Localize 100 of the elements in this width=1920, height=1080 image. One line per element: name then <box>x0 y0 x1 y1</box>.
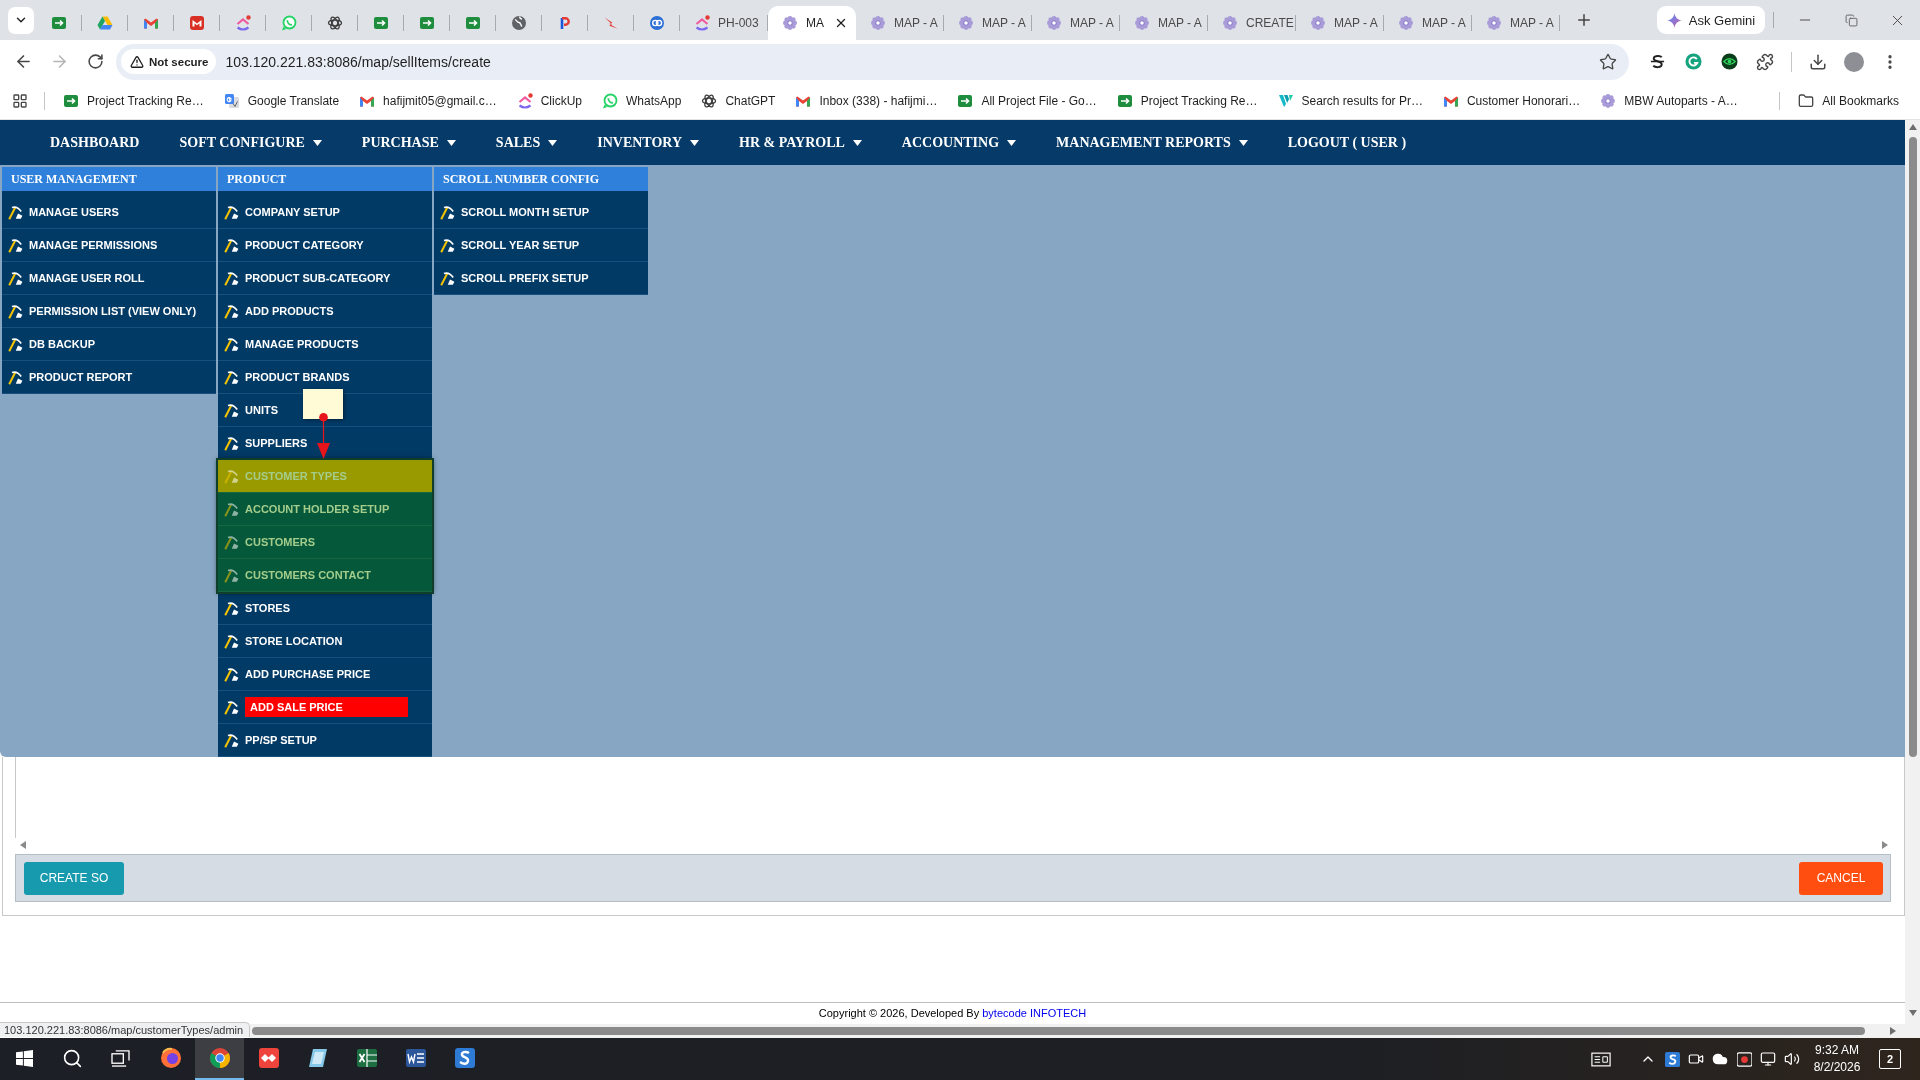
avatar-icon[interactable] <box>1844 51 1864 72</box>
scroll-left-icon[interactable] <box>20 841 26 849</box>
search-icon[interactable] <box>61 1047 83 1069</box>
menu-item[interactable]: COMPANY SETUP <box>218 196 432 229</box>
menu-item[interactable]: MANAGE USERS <box>2 196 216 229</box>
record-icon[interactable] <box>1736 1051 1752 1067</box>
bookmark[interactable]: Inbox (338) - hafijmi… <box>789 89 944 113</box>
menu-item[interactable]: PRODUCT CATEGORY <box>218 229 432 262</box>
browser-tab[interactable]: MAP - A <box>856 6 944 40</box>
hammer-icon <box>224 534 239 550</box>
bookmark[interactable]: Google Translate <box>217 89 346 113</box>
nav-menu-item[interactable]: HR & PAYROLL <box>719 134 882 151</box>
security-chip[interactable]: Not secure <box>121 49 217 74</box>
scrollbar-thumb[interactable] <box>1908 137 1917 757</box>
browser-tab[interactable]: MAP - A <box>944 6 1032 40</box>
star-icon[interactable] <box>1599 52 1617 71</box>
pointer-arrow <box>316 413 331 459</box>
scroll-down-icon[interactable] <box>1908 1010 1917 1016</box>
nav-menu-item[interactable]: ACCOUNTING <box>881 134 1037 151</box>
translate-icon <box>223 93 240 109</box>
browser-tab[interactable]: PH-003 <box>680 6 768 40</box>
nav-menu-item[interactable]: MANAGEMENT REPORTS <box>1036 134 1268 151</box>
menu-item[interactable]: CUSTOMERS CONTACT <box>218 559 432 592</box>
menu-item[interactable]: ADD PURCHASE PRICE <box>218 658 432 691</box>
menu-item[interactable]: MANAGE PERMISSIONS <box>2 229 216 262</box>
speaker-icon[interactable] <box>1784 1051 1800 1067</box>
all-bookmarks-button[interactable]: All Bookmarks <box>1792 89 1905 113</box>
scroll-right-icon[interactable] <box>1882 841 1888 849</box>
menu-item[interactable]: DB BACKUP <box>2 328 216 361</box>
menu-item[interactable]: PRODUCT SUB-CATEGORY <box>218 262 432 295</box>
browser-tab[interactable]: CREATE <box>1208 6 1296 40</box>
task-view-icon[interactable] <box>110 1049 130 1067</box>
menu-item[interactable]: MANAGE PRODUCTS <box>218 328 432 361</box>
hammer-icon <box>224 633 239 649</box>
menu-item[interactable]: ADD PRODUCTS <box>218 295 432 328</box>
download-icon[interactable] <box>1809 52 1827 71</box>
cloud-icon[interactable] <box>1712 1051 1728 1067</box>
scroll-up-icon[interactable] <box>1908 124 1917 130</box>
menu-item[interactable]: ADD SALE PRICE <box>218 691 432 724</box>
hammer-icon <box>224 369 239 385</box>
nav-menu-item[interactable]: PURCHASE <box>341 134 476 151</box>
taskbar-app[interactable] <box>195 1038 244 1080</box>
menu-item[interactable]: SCROLL PREFIX SETUP <box>434 262 648 295</box>
menu-item[interactable]: CUSTOMERS <box>218 526 432 559</box>
nav-menu-item[interactable]: DASHBOARD <box>30 134 160 151</box>
nav-menu-item[interactable]: SALES <box>475 134 578 151</box>
window-icon[interactable] <box>1591 1051 1611 1067</box>
bookmark[interactable]: hafijmit05@gmail.c… <box>353 89 503 113</box>
sheet-icon <box>957 93 974 109</box>
eye-icon[interactable] <box>1720 53 1738 70</box>
menu-item[interactable]: ACCOUNT HOLDER SETUP <box>218 493 432 526</box>
menu-item[interactable]: PERMISSION LIST (VIEW ONLY) <box>2 295 216 328</box>
caret-icon <box>852 139 862 146</box>
grid-icon[interactable] <box>12 93 28 109</box>
browser-tab[interactable]: MAP - A <box>1032 6 1120 40</box>
network-icon[interactable] <box>1760 1051 1776 1067</box>
nav-menu-item[interactable]: INVENTORY <box>577 134 720 151</box>
strike-curve-icon[interactable] <box>1648 53 1666 70</box>
browser-tab[interactable]: MAP - A <box>1472 6 1560 40</box>
bookmark[interactable]: Project Tracking Re… <box>57 89 210 113</box>
bookmark[interactable]: Project Tracking Re… <box>1110 89 1264 113</box>
bookmark[interactable]: ChatGPT <box>695 89 782 113</box>
menu-item[interactable]: MANAGE USER ROLL <box>2 262 216 295</box>
address-field[interactable]: Not secure 103.120.221.83:8086/map/sellItems/create <box>116 43 1629 80</box>
browser-tab[interactable]: MAP - A <box>1120 6 1208 40</box>
ring-icon[interactable] <box>1684 53 1702 70</box>
bookmark[interactable]: All Project File - Go… <box>951 89 1103 113</box>
menu-item[interactable]: SCROLL YEAR SETUP <box>434 229 648 262</box>
flower-icon <box>1222 15 1238 31</box>
clock[interactable]: 9:32 AM 8/2/2026 <box>1807 1042 1867 1076</box>
browser-tab[interactable]: MAP - A <box>1296 6 1384 40</box>
start-icon[interactable] <box>15 1049 33 1067</box>
scrollbar-thumb[interactable] <box>252 1027 1865 1035</box>
bookmark[interactable]: MBW Autoparts - A… <box>1594 89 1744 113</box>
menu-item[interactable]: STORE LOCATION <box>218 625 432 658</box>
nav-menu-item[interactable]: SOFT CONFIGURE <box>159 134 342 151</box>
bookmark[interactable]: Customer Honorari… <box>1436 89 1587 113</box>
puzzle-icon[interactable] <box>1756 52 1774 71</box>
restore-icon[interactable] <box>1844 13 1858 27</box>
notifications-button[interactable]: 2 <box>1879 1049 1901 1069</box>
camera-icon[interactable] <box>1688 1051 1704 1067</box>
browser-tab[interactable]: MA <box>768 6 856 40</box>
bookmark[interactable]: Search results for Pr… <box>1271 89 1429 113</box>
scroll-right-icon[interactable] <box>1890 1027 1896 1035</box>
hammer-icon <box>440 237 455 253</box>
reload-icon[interactable] <box>86 53 104 70</box>
sticky-note <box>303 389 343 419</box>
bookmark[interactable]: ClickUp <box>510 89 588 113</box>
s-tile-icon[interactable] <box>1664 1051 1680 1067</box>
browser-tab[interactable]: MAP - A <box>1384 6 1472 40</box>
url-text: 103.120.221.83:8086/map/sellItems/create <box>225 53 492 70</box>
close-icon[interactable] <box>834 16 848 30</box>
developer-link[interactable]: bytecode INFOTECH <box>982 1006 1087 1019</box>
menu-item[interactable]: SCROLL MONTH SETUP <box>434 196 648 229</box>
nav-menu-item[interactable]: LOGOUT ( USER ) <box>1267 134 1427 151</box>
chevron-icon <box>516 93 533 109</box>
bookmark[interactable]: WhatsApp <box>596 89 688 113</box>
menu-item[interactable]: STORES <box>218 592 432 625</box>
menu-item[interactable]: PRODUCT REPORT <box>2 361 216 394</box>
new-tab-icon[interactable] <box>1575 11 1593 29</box>
